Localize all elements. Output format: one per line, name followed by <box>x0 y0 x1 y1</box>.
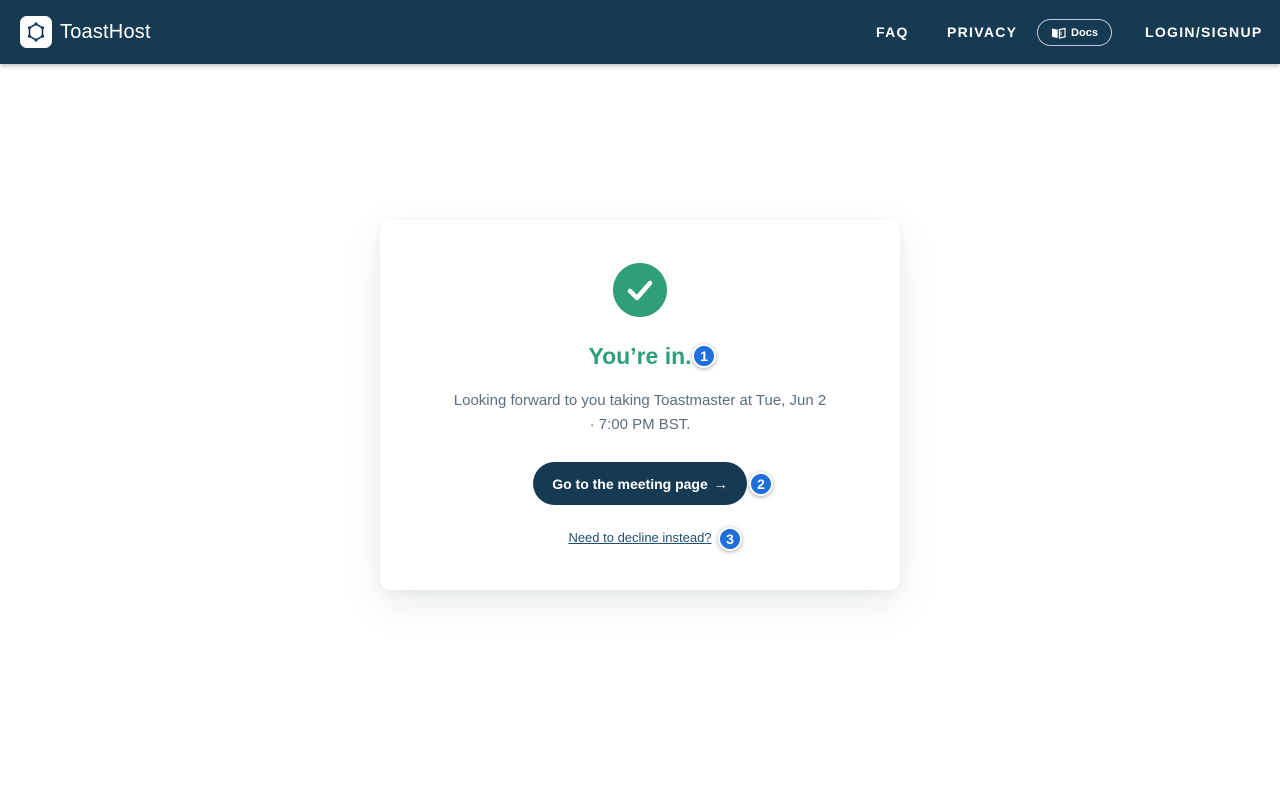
annotation-marker-3: 3 <box>718 527 742 551</box>
arrow-right-icon: → <box>713 475 728 492</box>
go-to-meeting-page-label: Go to the meeting page <box>552 475 708 492</box>
message-line-2: · 7:00 PM BST. <box>589 416 691 433</box>
nav-login-signup-link[interactable]: LOGIN/SIGNUP <box>1145 0 1263 64</box>
nav-privacy-link[interactable]: PRIVACY <box>947 0 1017 64</box>
brand-name: ToastHost <box>60 20 151 43</box>
confirmation-message: Looking forward to you taking Toastmaste… <box>435 389 845 437</box>
top-navigation-bar: ToastHost FAQ PRIVACY Docs LOGIN/SIGNUP <box>0 0 1280 64</box>
docs-button[interactable]: Docs <box>1037 19 1112 46</box>
book-open-icon <box>1052 27 1066 39</box>
annotation-marker-2: 2 <box>749 472 773 496</box>
go-to-meeting-page-button[interactable]: Go to the meeting page → <box>533 462 747 505</box>
brand-home-link[interactable]: ToastHost <box>20 16 151 48</box>
message-line-1: Looking forward to you taking Toastmaste… <box>453 392 827 409</box>
confirmation-card: You’re in. Looking forward to you taking… <box>380 220 900 590</box>
docs-button-label: Docs <box>1071 26 1098 39</box>
annotation-marker-1: 1 <box>692 344 716 368</box>
confirmation-title: You’re in. <box>588 343 692 369</box>
toasthost-logo-icon <box>20 16 52 48</box>
check-circle-icon <box>613 263 667 317</box>
nav-faq-link[interactable]: FAQ <box>876 0 909 64</box>
decline-link[interactable]: Need to decline instead? <box>380 530 900 545</box>
